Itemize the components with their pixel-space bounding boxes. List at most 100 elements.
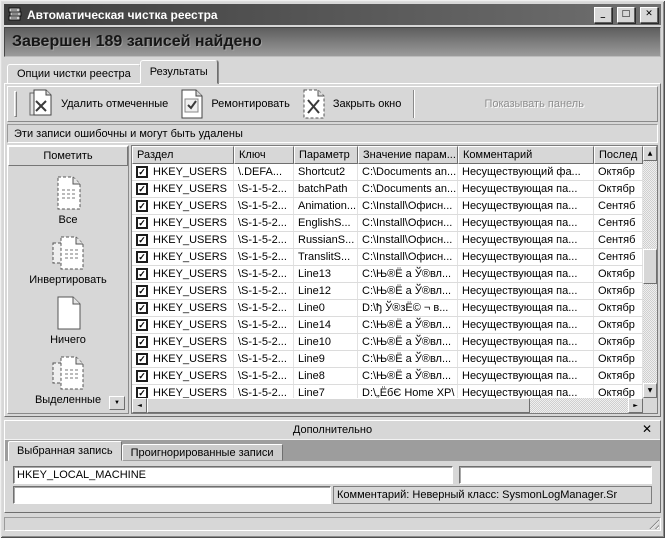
cell-param: EnglishS... bbox=[294, 215, 358, 231]
tab-registry-options[interactable]: Опции чистки реестра bbox=[7, 64, 141, 84]
column-header-comment[interactable]: Комментарий bbox=[458, 146, 594, 164]
toolbar-grip[interactable] bbox=[14, 91, 17, 117]
cell-date: Сентяб bbox=[594, 232, 643, 248]
cell-section: ✓ HKEY_USERS bbox=[132, 249, 234, 265]
row-checkbox[interactable]: ✓ bbox=[136, 234, 148, 246]
table-row[interactable]: ✓ HKEY_USERS \S-1-5-2... EnglishS... C:\… bbox=[132, 215, 643, 232]
mark-selected-button[interactable]: Выделенные bbox=[35, 355, 101, 406]
section-text: HKEY_USERS bbox=[153, 250, 227, 264]
window-controls: _ □ ✕ bbox=[592, 7, 658, 23]
cell-section: ✓ HKEY_USERS bbox=[132, 181, 234, 197]
table-row[interactable]: ✓ HKEY_USERS \S-1-5-2... Line9 C:\Њ®Ё а … bbox=[132, 351, 643, 368]
column-header-section[interactable]: Раздел bbox=[132, 146, 234, 164]
cell-date: Октябр bbox=[594, 351, 643, 367]
tab-ignored-records[interactable]: Проигнорированные записи bbox=[122, 444, 283, 461]
additional-panel-title: Дополнительно bbox=[293, 424, 372, 436]
scroll-up-icon[interactable]: ▲ bbox=[643, 146, 657, 161]
section-text: HKEY_USERS bbox=[153, 267, 227, 281]
cell-section: ✓ HKEY_USERS bbox=[132, 334, 234, 350]
titlebar: Автоматическая чистка реестра _ □ ✕ bbox=[4, 4, 661, 25]
row-checkbox[interactable]: ✓ bbox=[136, 285, 148, 297]
row-checkbox[interactable]: ✓ bbox=[136, 370, 148, 382]
table-row[interactable]: ✓ HKEY_USERS \S-1-5-2... TranslitS... C:… bbox=[132, 249, 643, 266]
horizontal-scrollbar: ◄ ► bbox=[132, 398, 643, 413]
table-row[interactable]: ✓ HKEY_USERS \S-1-5-2... batchPath C:\Do… bbox=[132, 181, 643, 198]
mark-invert-button[interactable]: Инвертировать bbox=[29, 235, 106, 286]
mark-header-button[interactable]: Пометить bbox=[8, 146, 128, 166]
table-row[interactable]: ✓ HKEY_USERS \.DEFA... Shortcut2 C:\Docu… bbox=[132, 164, 643, 181]
app-icon[interactable] bbox=[7, 7, 23, 23]
additional-panel-header: Дополнительно ✕ bbox=[5, 421, 660, 439]
row-checkbox[interactable]: ✓ bbox=[136, 217, 148, 229]
additional-content: HKEY_LOCAL_MACHINE Комментарий: Неверный… bbox=[5, 461, 660, 512]
row-checkbox[interactable]: ✓ bbox=[136, 353, 148, 365]
column-header-key[interactable]: Ключ bbox=[234, 146, 294, 164]
maximize-button[interactable]: □ bbox=[617, 7, 635, 23]
row-checkbox[interactable]: ✓ bbox=[136, 251, 148, 263]
table-row[interactable]: ✓ HKEY_USERS \S-1-5-2... Line8 C:\Њ®Ё а … bbox=[132, 368, 643, 385]
mark-all-button[interactable]: Все bbox=[52, 175, 84, 226]
cell-key: \S-1-5-2... bbox=[234, 317, 294, 333]
row-checkbox[interactable]: ✓ bbox=[136, 336, 148, 348]
column-header-date[interactable]: Послед bbox=[594, 146, 643, 164]
cell-section: ✓ HKEY_USERS bbox=[132, 198, 234, 214]
selected-key-field[interactable]: HKEY_LOCAL_MACHINE bbox=[13, 466, 453, 484]
bottom-left-field[interactable] bbox=[13, 486, 331, 504]
cell-value: C:\Њ®Ё а Ў®вл... bbox=[358, 283, 458, 299]
tab-selected-record[interactable]: Выбранная запись bbox=[8, 441, 122, 461]
top-right-field[interactable] bbox=[459, 466, 652, 484]
cell-comment: Несуществующая па... bbox=[458, 266, 594, 282]
mark-dropdown-button[interactable]: ▼ bbox=[109, 396, 125, 410]
main-tabs: Опции чистки реестра Результаты bbox=[4, 59, 661, 84]
cell-param: TranslitS... bbox=[294, 249, 358, 265]
cell-section: ✓ HKEY_USERS bbox=[132, 164, 234, 180]
cell-param: Line10 bbox=[294, 334, 358, 350]
row-checkbox[interactable]: ✓ bbox=[136, 268, 148, 280]
row-checkbox[interactable]: ✓ bbox=[136, 183, 148, 195]
mark-none-button[interactable]: Ничего bbox=[50, 295, 86, 346]
cell-value: D:\„ЁбЄ Home XP\ bbox=[358, 385, 458, 398]
results-tabpage: Удалить отмеченные Ремонтировать bbox=[4, 83, 661, 417]
cell-value: C:\Њ®Ё а Ў®вл... bbox=[358, 317, 458, 333]
table-row[interactable]: ✓ HKEY_USERS \S-1-5-2... Animation... C:… bbox=[132, 198, 643, 215]
table-row[interactable]: ✓ HKEY_USERS \S-1-5-2... Line12 C:\Њ®Ё а… bbox=[132, 283, 643, 300]
table-row[interactable]: ✓ HKEY_USERS \S-1-5-2... Line0 D:\ђ Ў®зЁ… bbox=[132, 300, 643, 317]
scroll-left-icon[interactable]: ◄ bbox=[132, 398, 147, 413]
scroll-right-icon[interactable]: ► bbox=[628, 398, 643, 413]
minimize-button[interactable]: _ bbox=[594, 7, 612, 23]
cell-param: Line9 bbox=[294, 351, 358, 367]
table-row[interactable]: ✓ HKEY_USERS \S-1-5-2... Line10 C:\Њ®Ё а… bbox=[132, 334, 643, 351]
table-row[interactable]: ✓ HKEY_USERS \S-1-5-2... Line13 C:\Њ®Ё а… bbox=[132, 266, 643, 283]
horizontal-scroll-track[interactable] bbox=[147, 398, 628, 413]
scroll-down-icon[interactable]: ▼ bbox=[643, 383, 657, 398]
status-bar bbox=[4, 517, 661, 531]
table-row[interactable]: ✓ HKEY_USERS \S-1-5-2... RussianS... C:\… bbox=[132, 232, 643, 249]
table-row[interactable]: ✓ HKEY_USERS \S-1-5-2... Line14 C:\Њ®Ё а… bbox=[132, 317, 643, 334]
vertical-scroll-track[interactable] bbox=[643, 161, 657, 383]
cell-key: \S-1-5-2... bbox=[234, 300, 294, 316]
vertical-scroll-thumb[interactable] bbox=[643, 249, 657, 284]
row-checkbox[interactable]: ✓ bbox=[136, 319, 148, 331]
row-checkbox[interactable]: ✓ bbox=[136, 387, 148, 398]
panel-close-icon[interactable]: ✕ bbox=[642, 422, 652, 436]
cell-value: C:\Documents an... bbox=[358, 164, 458, 180]
row-checkbox[interactable]: ✓ bbox=[136, 302, 148, 314]
resize-grip[interactable] bbox=[647, 517, 659, 529]
cell-section: ✓ HKEY_USERS bbox=[132, 351, 234, 367]
delete-marked-button[interactable]: Удалить отмеченные bbox=[23, 87, 176, 121]
table-row[interactable]: ✓ HKEY_USERS \S-1-5-2... Line7 D:\„ЁбЄ H… bbox=[132, 385, 643, 398]
column-header-param[interactable]: Параметр bbox=[294, 146, 358, 164]
row-checkbox[interactable]: ✓ bbox=[136, 166, 148, 178]
cell-date: Октябр bbox=[594, 164, 643, 180]
cell-comment: Несуществующая па... bbox=[458, 181, 594, 197]
window-title: Автоматическая чистка реестра bbox=[27, 8, 588, 22]
tab-results[interactable]: Результаты bbox=[140, 60, 218, 84]
column-header-value[interactable]: Значение парам... bbox=[358, 146, 458, 164]
repair-button[interactable]: Ремонтировать bbox=[176, 87, 298, 121]
horizontal-scroll-thumb[interactable] bbox=[147, 398, 530, 413]
row-checkbox[interactable]: ✓ bbox=[136, 200, 148, 212]
mark-none-icon bbox=[52, 295, 84, 331]
cell-param: Line0 bbox=[294, 300, 358, 316]
close-window-button[interactable]: Закрыть окно bbox=[298, 87, 410, 121]
close-button[interactable]: ✕ bbox=[640, 7, 658, 23]
